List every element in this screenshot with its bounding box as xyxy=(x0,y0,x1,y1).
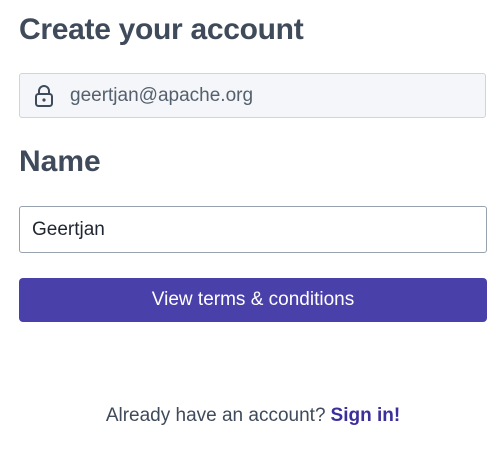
view-terms-button[interactable]: View terms & conditions xyxy=(19,278,487,322)
create-account-form: Create your account geertjan@apache.org … xyxy=(0,0,503,458)
page-title: Create your account xyxy=(19,13,304,46)
sign-in-link[interactable]: Sign in! xyxy=(331,405,401,426)
name-input[interactable] xyxy=(19,206,487,253)
email-value: geertjan@apache.org xyxy=(70,84,254,106)
name-label: Name xyxy=(19,145,101,178)
signin-prompt-row: Already have an account? Sign in! xyxy=(0,403,503,429)
lock-icon xyxy=(33,84,55,108)
email-field-locked: geertjan@apache.org xyxy=(19,73,486,118)
signin-prompt-text: Already have an account? xyxy=(105,405,326,426)
